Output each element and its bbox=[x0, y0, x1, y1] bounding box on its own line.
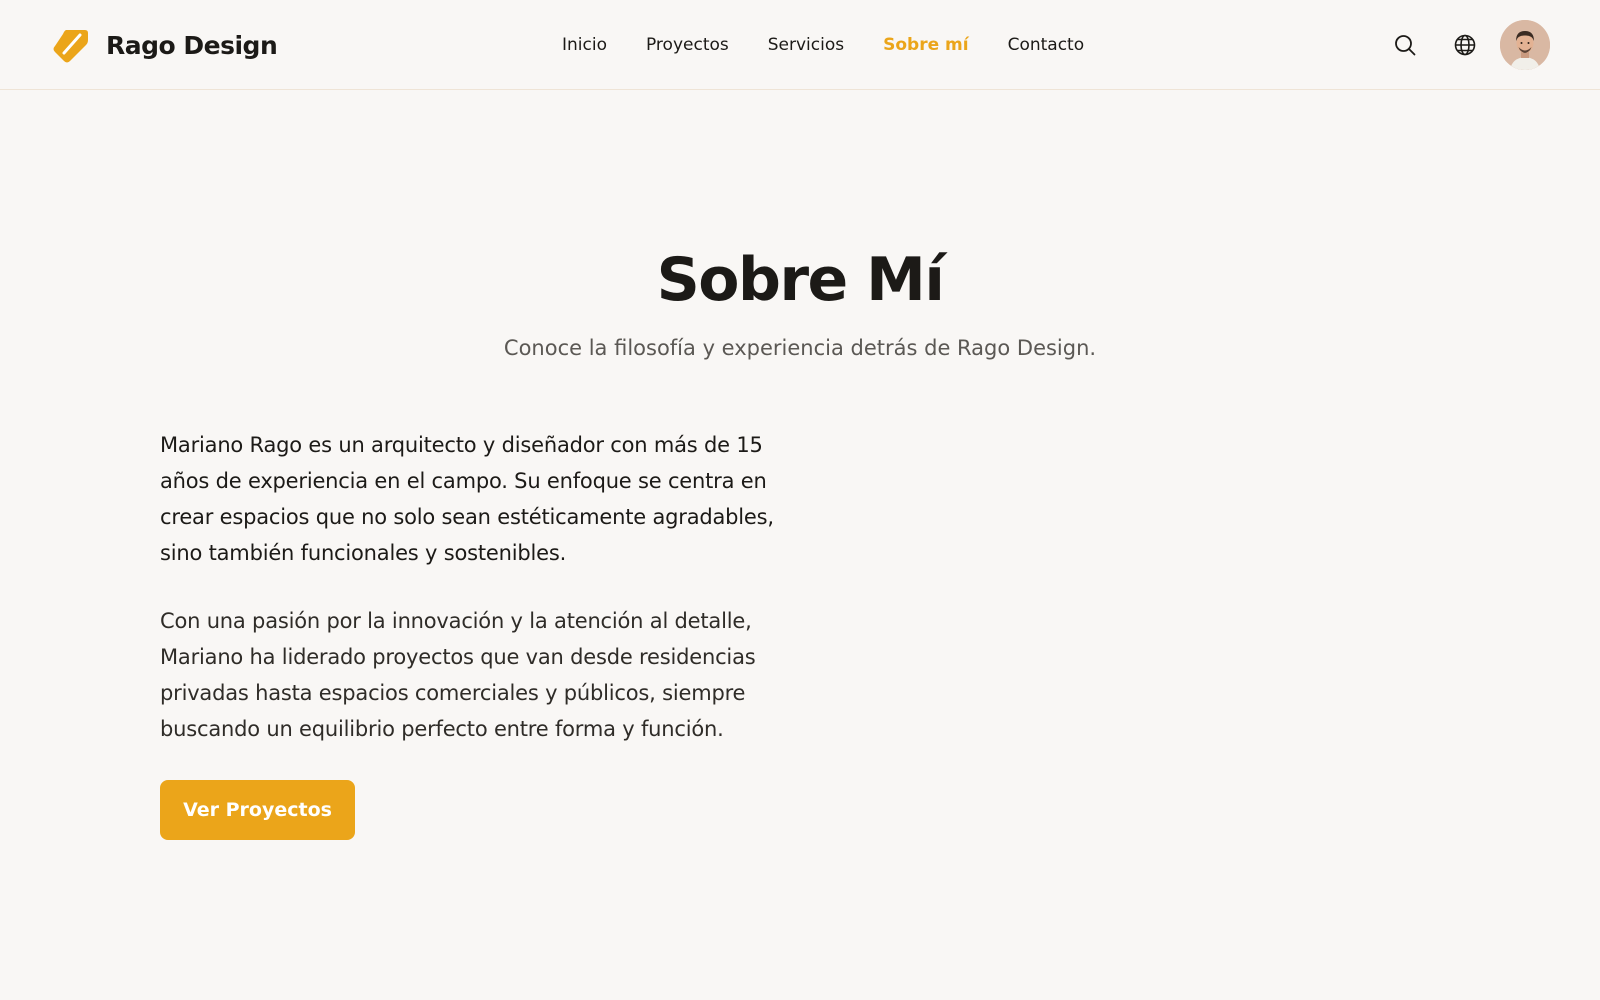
bio-paragraph-2: Con una pasión por la innovación y la at… bbox=[160, 609, 756, 741]
view-projects-button[interactable]: Ver Proyectos bbox=[160, 780, 355, 840]
user-avatar[interactable] bbox=[1500, 20, 1550, 70]
avatar-portrait-icon bbox=[1500, 20, 1550, 70]
globe-icon bbox=[1454, 34, 1476, 56]
search-button[interactable] bbox=[1390, 30, 1420, 60]
brand[interactable]: Rago Design bbox=[52, 26, 278, 64]
page-title: Sobre Mí bbox=[656, 245, 945, 315]
language-button[interactable] bbox=[1450, 30, 1480, 60]
brand-name: Rago Design bbox=[106, 30, 278, 60]
nav-item-inicio[interactable]: Inicio bbox=[562, 34, 607, 56]
bio-paragraph-1: Mariano Rago es un arquitecto y diseñado… bbox=[160, 433, 774, 565]
nav-item-sobre-mi[interactable]: Sobre mí bbox=[883, 34, 968, 56]
search-icon bbox=[1395, 35, 1416, 56]
nav-item-contacto[interactable]: Contacto bbox=[1008, 34, 1085, 56]
site-header: Rago Design Inicio Proyectos Servicios S… bbox=[0, 0, 1600, 90]
page-subtitle: Conoce la filosofía y experiencia detrás… bbox=[503, 336, 1097, 360]
nav-item-proyectos[interactable]: Proyectos bbox=[646, 34, 729, 56]
tag-icon bbox=[53, 30, 88, 63]
main-nav: Inicio Proyectos Servicios Sobre mí Cont… bbox=[562, 34, 1084, 56]
nav-item-servicios[interactable]: Servicios bbox=[768, 34, 844, 56]
